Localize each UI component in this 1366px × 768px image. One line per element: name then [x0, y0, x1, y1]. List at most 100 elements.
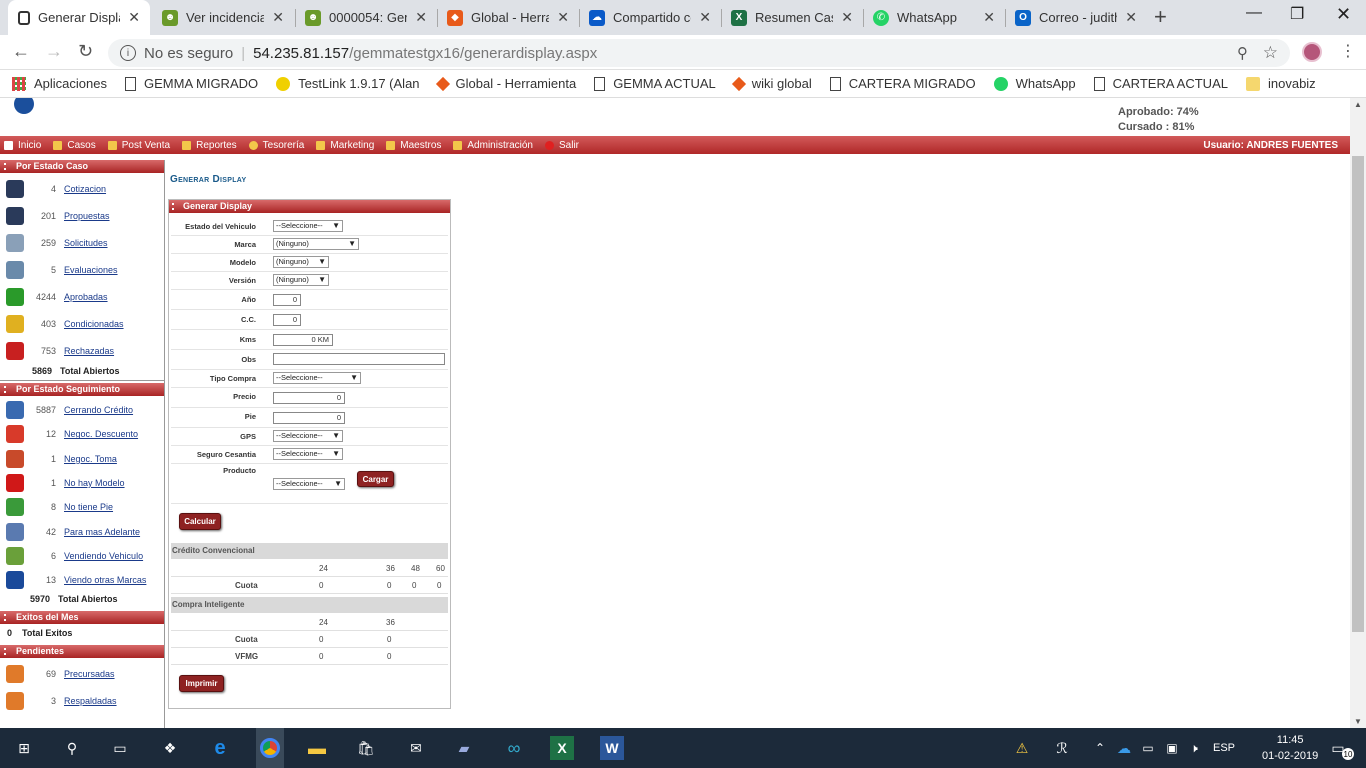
modelo-select[interactable]: (Ninguno) [273, 256, 329, 268]
chrome-icon[interactable] [256, 728, 284, 768]
sidebar-item-condicionadas[interactable]: 403 Condicionadas [0, 310, 164, 337]
sidebar-item-negoc-toma[interactable]: 1 Negoc. Toma [0, 447, 164, 471]
sidebar-item-propuestas[interactable]: 201 Propuestas [0, 202, 164, 229]
chevron-up-icon[interactable]: ⌃ [1088, 736, 1112, 760]
menu-maestros[interactable]: Maestros [386, 140, 441, 151]
sidebar-link[interactable]: Evaluaciones [64, 265, 118, 275]
edge-icon[interactable]: e [208, 736, 232, 760]
precio-input[interactable]: 0 [273, 392, 345, 404]
sidebar-link[interactable]: Solicitudes [64, 238, 108, 248]
sidebar-item-vendiendo-vehiculo[interactable]: 6 Vendiendo Vehiculo [0, 544, 164, 568]
sidebar-link[interactable]: Vendiendo Vehiculo [64, 551, 143, 561]
bookmark-cartera-actual[interactable]: CARTERA ACTUAL [1093, 76, 1228, 91]
bookmark-gemma-migrado[interactable]: GEMMA MIGRADO [125, 76, 258, 91]
close-tab-icon[interactable]: ✕ [983, 9, 995, 26]
sidebar-link[interactable]: Precursadas [64, 669, 115, 679]
sidebar-item-solicitudes[interactable]: 259 Solicitudes [0, 229, 164, 256]
tab-whatsapp[interactable]: ✆ WhatsApp ✕ [863, 0, 1005, 35]
sidebar-link[interactable]: Negoc. Toma [64, 454, 117, 464]
sidebar-item-precursadas[interactable]: 69 Precursadas [0, 660, 164, 687]
forward-button[interactable]: → [45, 41, 63, 62]
pie-input[interactable]: 0 [273, 412, 345, 424]
tab-compartido[interactable]: ☁ Compartido co ✕ [579, 0, 721, 35]
sidebar-item-cotizacion[interactable]: 4 Cotizacion [0, 175, 164, 202]
excel-taskbar-icon[interactable]: X [550, 736, 574, 760]
tab-correo[interactable]: O Correo - judith ✕ [1005, 0, 1147, 35]
tab-global-herramienta[interactable]: ◆ Global - Herra ✕ [437, 0, 579, 35]
tab-ver-incidencias[interactable]: ☻ Ver incidencias ✕ [152, 0, 294, 35]
sidebar-item-cerrando-cr-dito[interactable]: 5887 Cerrando Crédito [0, 398, 164, 422]
bookmark-wiki-global[interactable]: wiki global [731, 76, 812, 91]
menu-casos[interactable]: Casos [53, 140, 96, 151]
close-tab-icon[interactable]: ✕ [841, 9, 853, 26]
close-tab-icon[interactable]: ✕ [1125, 9, 1137, 26]
sidebar-link[interactable]: No tiene Pie [64, 502, 113, 512]
sidebar-item-respaldadas[interactable]: 3 Respaldadas [0, 687, 164, 714]
menu-reportes[interactable]: Reportes [182, 140, 237, 151]
language-indicator[interactable]: ESP [1210, 736, 1238, 760]
menu-kebab-icon[interactable]: ⋮ [1340, 41, 1356, 61]
start-button[interactable]: ⊞ [12, 736, 36, 760]
bookmark-star-icon[interactable]: ☆ [1263, 43, 1278, 63]
close-tab-icon[interactable]: ✕ [272, 9, 284, 26]
sidebar-link[interactable]: Cotizacion [64, 184, 106, 194]
restore-button[interactable]: ❐ [1290, 4, 1304, 24]
obs-input[interactable] [273, 353, 445, 365]
sidebar-link[interactable]: Negoc. Descuento [64, 429, 138, 439]
close-tab-icon[interactable]: ✕ [699, 9, 711, 26]
sidebar-link[interactable]: Para mas Adelante [64, 527, 140, 537]
sidebar-item-rechazadas[interactable]: 753 Rechazadas [0, 337, 164, 364]
tab-0000054[interactable]: ☻ 0000054: Gem ✕ [295, 0, 437, 35]
url-field[interactable]: i No es seguro | 54.235.81.157 /gemmates… [108, 39, 1290, 67]
sidebar-link[interactable]: Aprobadas [64, 292, 108, 302]
bookmark-whatsapp[interactable]: WhatsApp [993, 76, 1076, 91]
profile-avatar[interactable] [1302, 42, 1322, 62]
marca-select[interactable]: (Ninguno) [273, 238, 359, 250]
producto-select[interactable]: --Seleccione-- [273, 478, 345, 490]
network-icon[interactable]: ▣ [1160, 736, 1184, 760]
tab-generar-display[interactable]: Generar Display ✕ [8, 0, 150, 35]
bookmark-cartera-migrado[interactable]: CARTERA MIGRADO [829, 76, 976, 91]
zoom-icon[interactable]: ⚲ [1237, 44, 1248, 62]
close-tab-icon[interactable]: ✕ [415, 9, 427, 26]
cloud-icon[interactable]: ☁ [1112, 736, 1136, 760]
scrollbar-thumb[interactable] [1352, 156, 1364, 632]
cc-input[interactable]: 0 [273, 314, 301, 326]
notes-icon[interactable]: ▰ [452, 736, 476, 760]
sidebar-item-aprobadas[interactable]: 4244 Aprobadas [0, 283, 164, 310]
info-icon[interactable]: i [120, 45, 136, 61]
sidebar-item-evaluaciones[interactable]: 5 Evaluaciones [0, 256, 164, 283]
sidebar-link[interactable]: Rechazadas [64, 346, 114, 356]
page-scrollbar[interactable]: ▲ ▼ [1350, 98, 1366, 728]
close-tab-icon[interactable]: ✕ [128, 9, 140, 26]
clock[interactable]: 11:45 01-02-2019 [1262, 732, 1318, 764]
word-taskbar-icon[interactable]: W [600, 736, 624, 760]
search-icon[interactable]: ⚲ [60, 736, 84, 760]
bookmark-gemma-actual[interactable]: GEMMA ACTUAL [594, 76, 716, 91]
new-tab-button[interactable]: + [1154, 5, 1167, 29]
bookmark-global-herramienta[interactable]: Global - Herramienta [435, 76, 576, 91]
dropbox-icon[interactable]: ❖ [158, 736, 182, 760]
bookmark-inovabiz[interactable]: inovabiz [1245, 76, 1316, 91]
seguro-cesantia-select[interactable]: --Seleccione-- [273, 448, 343, 460]
file-explorer-icon[interactable]: ▬ [305, 736, 329, 760]
volume-muted-icon[interactable]: 🕨 [1182, 736, 1206, 760]
tipo-compra-select[interactable]: --Seleccione-- [273, 372, 361, 384]
sidebar-link[interactable]: Respaldadas [64, 696, 117, 706]
sidebar-item-no-tiene-pie[interactable]: 8 No tiene Pie [0, 495, 164, 519]
battery-icon[interactable]: ▭ [1136, 736, 1160, 760]
mail-icon[interactable]: ✉ [404, 736, 428, 760]
menu-tesoreria[interactable]: Tesorería [248, 140, 304, 151]
back-button[interactable]: ← [12, 41, 30, 62]
imprimir-button[interactable]: Imprimir [179, 675, 224, 692]
sidebar-link[interactable]: Propuestas [64, 211, 110, 221]
cargar-button[interactable]: Cargar [357, 471, 394, 487]
calcular-button[interactable]: Calcular [179, 513, 221, 530]
menu-inicio[interactable]: Inicio [4, 140, 41, 151]
people-icon[interactable]: ℛ [1050, 736, 1074, 760]
menu-marketing[interactable]: Marketing [316, 140, 374, 151]
version-select[interactable]: (Ninguno) [273, 274, 329, 286]
sidebar-link[interactable]: Cerrando Crédito [64, 405, 133, 415]
bookmark-aplicaciones[interactable]: Aplicaciones [12, 76, 107, 91]
menu-salir[interactable]: Salir [544, 140, 579, 151]
